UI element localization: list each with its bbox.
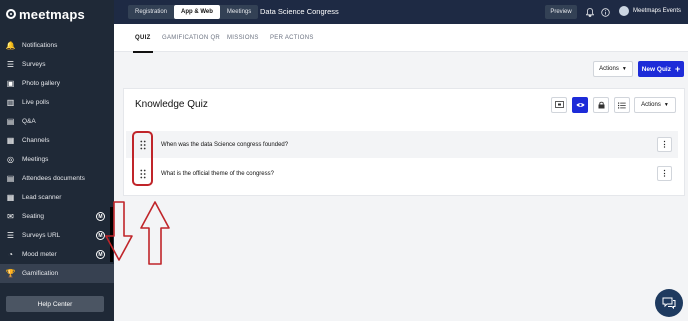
info-icon[interactable] xyxy=(600,7,610,17)
sidebar-item-label: Channels xyxy=(22,137,50,144)
more-options-icon[interactable]: ⋮ xyxy=(657,166,672,181)
new-quiz-button[interactable]: New Quiz + xyxy=(638,61,684,77)
image-icon: ▣ xyxy=(6,79,15,88)
more-options-icon[interactable]: ⋮ xyxy=(657,137,672,152)
sidebar-item-label: Live polls xyxy=(22,99,50,106)
sidebar-item-mood-meter[interactable]: ◔ Mood meter M xyxy=(0,245,114,264)
channels-icon: ▦ xyxy=(6,136,15,145)
sidebar-item-meetings[interactable]: ◎ Meetings xyxy=(0,150,114,169)
plus-icon: + xyxy=(675,63,681,74)
sidebar-item-label: Lead scanner xyxy=(22,194,62,201)
chat-icon: ▤ xyxy=(6,117,15,126)
sidebar-item-label: Photo gallery xyxy=(22,80,60,87)
list-icon: ☰ xyxy=(6,60,15,69)
top-bar: Registration App & Web Meetings Data Sci… xyxy=(114,0,688,24)
sidebar-item-label: Attendees documents xyxy=(22,175,85,182)
annotation-arrows xyxy=(105,201,170,265)
sidebar-item-label: Surveys xyxy=(22,61,46,68)
sidebar-item-label: Gamification xyxy=(22,270,59,277)
sidebar-item-live-polls[interactable]: ▥ Live polls xyxy=(0,93,114,112)
help-center-button[interactable]: Help Center xyxy=(6,296,104,312)
avatar xyxy=(619,6,629,16)
quiz-actions-dropdown[interactable]: Actions ▼ xyxy=(634,97,676,113)
list-item[interactable]: What is the official theme of the congre… xyxy=(126,160,678,187)
preview-screen-icon[interactable] xyxy=(551,97,567,113)
chat-icon xyxy=(662,297,676,309)
question-text: What is the official theme of the congre… xyxy=(161,170,274,177)
tab-quiz[interactable]: QUIZ xyxy=(133,24,153,53)
segment-registration[interactable]: Registration xyxy=(128,5,174,19)
sidebar: meetmaps 🔔 Notifications ☰ Surveys ▣ Pho… xyxy=(0,0,114,321)
brand-logo[interactable]: meetmaps xyxy=(6,6,85,22)
segment-app-web[interactable]: App & Web xyxy=(174,5,220,19)
mood-icon: ◔ xyxy=(8,250,13,259)
tab-missions[interactable]: MISSIONS xyxy=(227,24,259,52)
arrow-up-icon xyxy=(140,201,170,265)
bell-icon[interactable] xyxy=(585,7,595,17)
user-name: Meetmaps Events xyxy=(633,8,682,14)
segment-meetings[interactable]: Meetings xyxy=(220,5,258,19)
logo-icon xyxy=(6,9,16,19)
poll-icon: ▥ xyxy=(6,98,15,107)
handshake-icon: ◎ xyxy=(7,155,14,164)
sidebar-item-attendees-documents[interactable]: ▤ Attendees documents xyxy=(0,169,114,188)
new-quiz-label: New Quiz xyxy=(641,65,671,73)
sidebar-item-surveys[interactable]: ☰ Surveys xyxy=(0,55,114,74)
list-icon: ☰ xyxy=(6,231,15,240)
chat-support-button[interactable] xyxy=(655,289,683,317)
section-switcher: Registration App & Web Meetings xyxy=(128,5,259,19)
eye-icon[interactable] xyxy=(572,97,588,113)
qr-icon: ▦ xyxy=(6,193,15,202)
quiz-title: Knowledge Quiz xyxy=(135,99,208,110)
sidebar-item-label: Q&A xyxy=(22,118,36,125)
caret-down-icon: ▼ xyxy=(621,66,627,72)
sidebar-item-photo-gallery[interactable]: ▣ Photo gallery xyxy=(0,74,114,93)
preview-button[interactable]: Preview xyxy=(545,5,577,19)
quiz-card: Knowledge Quiz Actions ▼ When was the da… xyxy=(123,88,685,196)
event-title: Data Science Congress xyxy=(260,7,339,16)
sidebar-item-channels[interactable]: ▦ Channels xyxy=(0,131,114,150)
tab-bar: QUIZ GAMIFICATION QR MISSIONS PER ACTION… xyxy=(114,24,688,53)
actions-dropdown[interactable]: Actions ▼ xyxy=(593,61,633,77)
mail-icon: ✉ xyxy=(7,212,14,221)
sidebar-item-seating[interactable]: ✉ Seating M xyxy=(0,207,114,226)
sidebar-item-label: Surveys URL xyxy=(22,232,61,239)
bell-icon: 🔔 xyxy=(5,41,16,50)
question-text: When was the data Science congress found… xyxy=(161,141,289,148)
tab-gamification-qr[interactable]: GAMIFICATION QR xyxy=(162,24,220,52)
list-item[interactable]: When was the data Science congress found… xyxy=(126,131,678,158)
sidebar-item-notifications[interactable]: 🔔 Notifications xyxy=(0,36,114,55)
annotation-highlight-box xyxy=(132,131,153,186)
sidebar-item-label: Mood meter xyxy=(22,251,57,258)
document-icon: ▤ xyxy=(6,174,15,183)
sidebar-item-surveys-url[interactable]: ☰ Surveys URL M xyxy=(0,226,114,245)
sidebar-item-label: Meetings xyxy=(22,156,49,163)
user-menu[interactable]: Meetmaps Events xyxy=(619,6,681,16)
tab-per-actions[interactable]: PER ACTIONS xyxy=(270,24,314,52)
brand-name: meetmaps xyxy=(19,6,85,22)
caret-down-icon: ▼ xyxy=(663,102,669,108)
actions-label: Actions xyxy=(599,66,619,72)
sidebar-item-gamification[interactable]: 🏆 Gamification xyxy=(0,264,114,283)
actions-label: Actions xyxy=(641,102,661,108)
lock-icon[interactable] xyxy=(593,97,609,113)
list-icon[interactable] xyxy=(614,97,630,113)
sidebar-item-qa[interactable]: ▤ Q&A xyxy=(0,112,114,131)
trophy-icon: 🏆 xyxy=(5,269,16,278)
sidebar-item-label: Seating xyxy=(22,213,45,220)
sidebar-item-label: Notifications xyxy=(22,42,58,49)
sidebar-item-lead-scanner[interactable]: ▦ Lead scanner xyxy=(0,188,114,207)
arrow-down-icon xyxy=(105,201,133,261)
